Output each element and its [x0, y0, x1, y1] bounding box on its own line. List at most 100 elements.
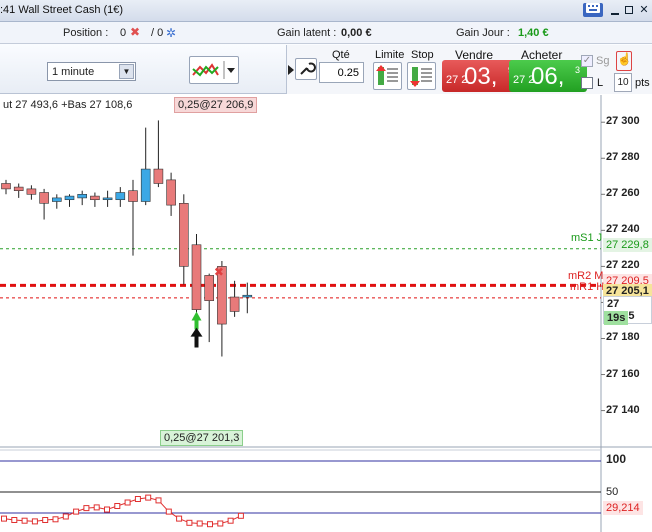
buy-price-decimal: 3 — [575, 65, 581, 75]
sg-checkbox[interactable]: ✓ — [581, 55, 593, 67]
y-tick-label: 27 140 — [606, 403, 640, 416]
indicator-point — [134, 496, 141, 502]
limit-order-button[interactable] — [373, 62, 402, 90]
indicator-point — [155, 497, 162, 504]
settings-gear-icon[interactable]: ✲ — [166, 26, 176, 40]
candle-body — [166, 179, 176, 206]
order-tag-bottom[interactable]: 0,25@27 201,3 — [160, 430, 244, 446]
candle-body — [128, 190, 138, 202]
level-ms1-value: 27 229,8 — [603, 238, 652, 252]
indicator-point — [31, 518, 38, 525]
stop-label: Stop — [411, 49, 434, 61]
limite-label: Limite — [375, 49, 405, 61]
hand-order-icon[interactable]: ☝ — [616, 51, 632, 71]
y-tick-label: 27 300 — [606, 115, 640, 128]
timeframe-select[interactable]: 1 minute ▼ — [47, 62, 136, 81]
indicator-point — [186, 519, 193, 526]
position-label: Position : — [63, 27, 109, 39]
candle-body — [115, 192, 126, 201]
y-tick-label: 27 180 — [606, 331, 640, 344]
buy-price-main: 06, — [531, 63, 565, 90]
sell-price-main: 03, — [464, 63, 498, 90]
wrench-button[interactable] — [295, 58, 317, 80]
title-bar: :41 Wall Street Cash (1€) ✕ — [0, 0, 652, 22]
close-icon[interactable]: ✕ — [636, 3, 652, 17]
indicator-point — [62, 513, 69, 520]
candle-body — [191, 244, 202, 310]
position-orders-value: / 0 — [151, 27, 164, 39]
position-value: 0 — [120, 27, 127, 39]
y-tick-label: 27 220 — [606, 259, 640, 272]
window-title: :41 Wall Street Cash (1€) — [0, 4, 124, 16]
candle-body — [90, 195, 100, 201]
qty-input[interactable] — [319, 62, 364, 83]
candle-body — [1, 183, 11, 190]
candle-body — [229, 296, 240, 312]
indicator-point — [52, 516, 59, 523]
candle-body — [51, 197, 62, 202]
y-tick-label: 27 280 — [606, 151, 640, 164]
candle-body — [64, 195, 75, 201]
qty-label: Qté — [332, 49, 350, 61]
position-info-bar: Position : 0 ✖ / 0 ✲ Gain latent : 0,00 … — [0, 22, 652, 44]
indicator-point — [21, 517, 28, 524]
panel-toggle-arrow-icon[interactable] — [288, 65, 294, 75]
indicator-point — [104, 506, 110, 513]
order-panel: Qté Limite Stop Vendre 27 2 03, 9 Achete… — [286, 45, 652, 94]
stop-order-icon — [410, 67, 432, 87]
wrench-icon — [300, 62, 316, 75]
candle-body — [26, 188, 37, 195]
candle-body — [102, 197, 113, 201]
restore-icon[interactable] — [621, 3, 637, 17]
y-tick-label: 27 260 — [606, 187, 640, 200]
gain-latent-label: Gain latent : — [277, 27, 337, 39]
price-chart[interactable]: ✖ — [0, 95, 652, 532]
indicator-point — [217, 520, 224, 527]
chart-header-text: ut 27 493,6 +Bas 27 108,6 — [3, 99, 133, 111]
gain-jour-value: 1,40 € — [518, 27, 549, 39]
indicator-point — [165, 508, 172, 515]
chart-area[interactable]: ✖ ut 27 493,6 +Bas 27 108,6 0,25@27 206,… — [0, 95, 652, 532]
timeframe-value: 1 minute — [52, 66, 95, 78]
indicator-point — [11, 517, 18, 523]
keyboard-icon[interactable] — [583, 3, 603, 17]
chevron-down-icon[interactable]: ▼ — [119, 64, 134, 79]
sg-label: Sg — [596, 55, 610, 67]
indicator-point — [73, 508, 80, 515]
indicator-point — [1, 515, 7, 522]
indicator-point — [114, 503, 121, 509]
cancel-order-marker-icon: ✖ — [214, 265, 224, 279]
indicator-point — [196, 520, 203, 527]
indicator-value: 29,214 — [603, 501, 643, 515]
indicator-point — [237, 512, 244, 519]
indicator-point — [83, 505, 90, 512]
indicator-tick-100: 100 — [606, 452, 627, 466]
stop-order-button[interactable] — [407, 62, 436, 90]
indicators-button[interactable] — [189, 56, 239, 84]
indicator-point — [93, 504, 100, 511]
level-ms1-label: mS1 J — [571, 232, 603, 244]
countdown-badge: 19s — [604, 311, 629, 325]
l-label: L — [597, 77, 604, 89]
indicator-chart-icon — [192, 61, 235, 79]
buy-button[interactable]: 27 2 06, 3 — [509, 60, 587, 92]
order-tag-top[interactable]: 0,25@27 206,9 — [174, 97, 258, 113]
candle-body — [140, 168, 151, 202]
y-tick-label: 27 160 — [606, 367, 640, 380]
candle-body — [179, 203, 189, 267]
level-mr1-label: mR1 H — [570, 281, 605, 293]
l-checkbox[interactable] — [581, 77, 593, 89]
candle-body — [242, 294, 253, 298]
indicator-point — [176, 515, 183, 522]
candle-body — [13, 186, 24, 191]
indicator-point — [207, 521, 213, 528]
gain-latent-value: 0,00 € — [341, 27, 372, 39]
indicator-point — [145, 494, 152, 501]
candle-body — [153, 168, 164, 184]
pts-input[interactable]: 10 — [614, 73, 632, 92]
indicator-point — [227, 517, 234, 524]
pts-label: pts — [635, 77, 650, 89]
close-position-icon[interactable]: ✖ — [130, 25, 140, 39]
indicator-point — [124, 499, 131, 506]
indicator-point — [42, 517, 49, 523]
